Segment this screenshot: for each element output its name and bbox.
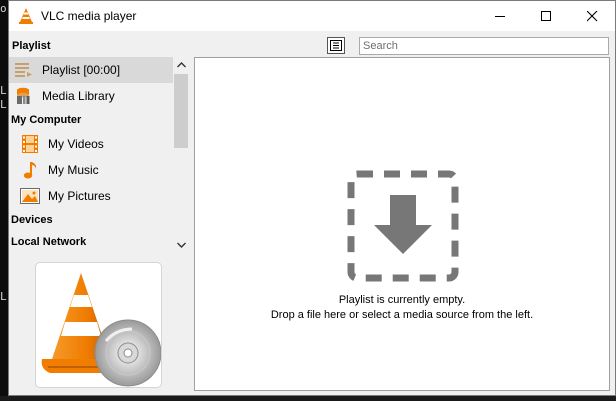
playlist-icon [13,59,35,81]
search-input[interactable] [359,37,609,55]
sidebar-item-label: Playlist [00:00] [42,63,121,77]
maximize-icon [540,10,551,21]
sidebar-item-label: My Pictures [48,189,111,203]
sidebar-item-label: My Videos [48,137,104,151]
vlc-cone-icon [15,1,37,31]
sidebar: Playlist [00:00] Media Library My Comput… [9,57,189,253]
sidebar-item-media-library[interactable]: Media Library [9,83,173,109]
drop-hint-message: Drop a file here or select a media sourc… [270,309,534,321]
media-library-icon [13,85,35,107]
maximize-button[interactable] [523,1,569,31]
category-my-computer[interactable]: My Computer [11,114,81,126]
background-terminal-glyph: L [0,98,7,111]
sidebar-item-playlist[interactable]: Playlist [00:00] [9,57,173,83]
minimize-button[interactable] [477,1,523,31]
sidebar-item-label: My Music [48,163,99,177]
background-terminal-glyph: L [0,290,7,303]
close-icon [586,10,597,21]
background-terminal-glyph: L [0,84,7,97]
background-terminal-strip [0,396,616,401]
sidebar-item-my-music[interactable]: My Music [9,157,173,183]
close-button[interactable] [569,1,615,31]
vlc-window: VLC media player Playlist Search Playlis… [8,0,616,396]
category-local-network[interactable]: Local Network [11,236,86,248]
sidebar-item-label: Media Library [42,89,115,103]
chevron-down-icon [176,242,186,248]
playlist-section-heading: Playlist [12,40,51,52]
category-devices[interactable]: Devices [11,214,53,226]
title-bar[interactable]: VLC media player [9,1,615,31]
picture-icon [19,185,41,207]
playlist-toolbar: Playlist [9,31,615,57]
music-note-icon [19,159,41,181]
window-title: VLC media player [41,9,137,23]
vlc-cone-disc-artwork [41,273,161,387]
sidebar-item-my-videos[interactable]: My Videos [9,131,173,157]
scroll-up-button[interactable] [173,57,189,73]
scroll-down-button[interactable] [173,237,189,253]
list-view-icon [330,40,342,51]
playlist-view-button[interactable] [327,37,345,54]
album-art [35,262,162,388]
background-terminal-glyph: o [0,2,7,15]
sidebar-scrollbar[interactable] [173,57,189,253]
sidebar-item-my-pictures[interactable]: My Pictures [9,183,173,209]
film-icon [19,133,41,155]
scroll-thumb[interactable] [174,74,188,148]
empty-playlist-message: Playlist is currently empty. [338,294,466,306]
chevron-up-icon [176,62,186,68]
minimize-icon [494,15,505,17]
playlist-drop-area[interactable]: Playlist is currently empty. Drop a file… [194,57,610,391]
drop-file-icon [347,170,459,282]
